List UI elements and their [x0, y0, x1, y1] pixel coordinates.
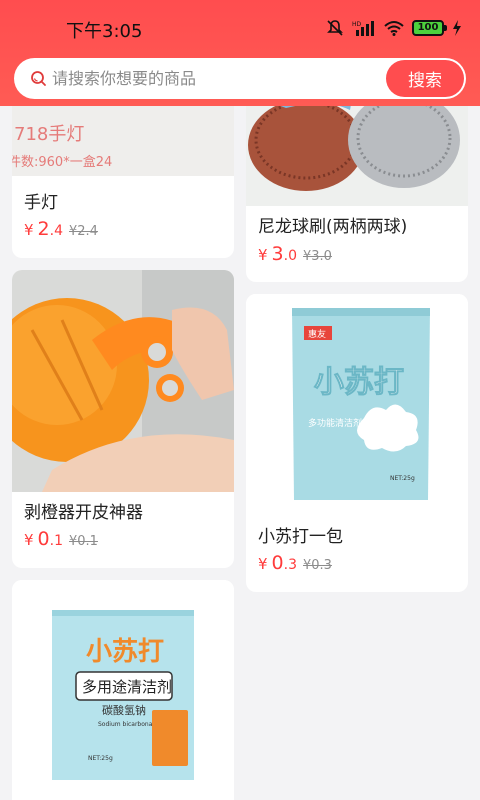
price-decimal: .4	[49, 223, 63, 239]
original-price: ¥2.4	[69, 224, 98, 239]
charging-icon	[453, 20, 461, 36]
status-icons: HD 100	[326, 19, 462, 37]
product-price: ¥ 0 .1 ¥0.1	[24, 528, 98, 550]
status-bar: 下午3:05 HD 100	[0, 0, 480, 56]
price-integer: 2	[37, 218, 50, 240]
price-integer: 0	[37, 528, 50, 550]
search-input[interactable]	[52, 58, 382, 99]
product-title: 手灯	[24, 193, 58, 213]
price-currency: ¥	[24, 221, 34, 239]
price-decimal: .3	[283, 557, 297, 573]
product-card-cleaning-powder[interactable]: 小苏打 多用途清洁剂 碳酸氢钠 Sodium bicarbonate NET:2…	[12, 580, 234, 800]
original-price: ¥0.3	[303, 558, 332, 573]
product-price: ¥ 0 .3 ¥0.3	[258, 552, 332, 574]
package-name: 小苏打	[314, 365, 404, 400]
package-net: NET:25g	[88, 755, 113, 762]
svg-text:HD: HD	[352, 21, 362, 28]
product-image-baking-soda[interactable]: 惠友 小苏打 多功能清洁剂 NET:25g	[246, 294, 468, 516]
status-time: 下午3:05	[66, 21, 143, 42]
price-currency: ¥	[258, 246, 268, 264]
search-icon	[31, 71, 46, 86]
price-decimal: .0	[283, 248, 297, 264]
product-image-orange-peeler[interactable]	[12, 270, 234, 492]
original-price: ¥0.1	[69, 534, 98, 549]
package-english: Sodium bicarbonate	[98, 721, 159, 728]
price-integer: 3	[271, 243, 284, 265]
package-description: 多功能清洁剂	[308, 417, 362, 429]
product-price: ¥ 3 .0 ¥3.0	[258, 243, 332, 265]
wifi-icon	[384, 21, 404, 36]
product-title: 尼龙球刷(两柄两球)	[258, 217, 408, 237]
product-price: ¥ 2 .4 ¥2.4	[24, 218, 98, 240]
price-decimal: .1	[49, 533, 63, 549]
package-net: NET:25g	[390, 475, 415, 482]
search-bar[interactable]: 搜索	[14, 58, 466, 99]
product-title: 剥橙器开皮神器	[24, 503, 143, 523]
product-card-baking-soda[interactable]: 惠友 小苏打 多功能清洁剂 NET:25g 小苏打一包 ¥ 0 .3 ¥0.3	[246, 294, 468, 592]
price-currency: ¥	[24, 531, 34, 549]
battery-icon: 100	[412, 20, 447, 36]
flashlight-image-title: 718手灯	[14, 124, 84, 145]
price-integer: 0	[271, 552, 284, 574]
package-name: 小苏打	[86, 637, 164, 667]
flashlight-image-subtitle: 件数:960*一盒24	[12, 154, 112, 170]
price-currency: ¥	[258, 555, 268, 573]
app-header: 下午3:05 HD 100 请搜索你想要的商品 搜索	[0, 0, 480, 106]
product-image-cleaning-powder[interactable]: 小苏打 多用途清洁剂 碳酸氢钠 Sodium bicarbonate NET:2…	[12, 580, 234, 800]
package-subtitle: 碳酸氢钠	[102, 703, 146, 717]
product-card-orange-peeler[interactable]: 剥橙器开皮神器 ¥ 0 .1 ¥0.1	[12, 270, 234, 568]
original-price: ¥3.0	[303, 249, 332, 264]
signal-icon: HD	[352, 21, 374, 36]
package-badge: 多用途清洁剂	[82, 678, 172, 696]
search-button[interactable]: 搜索	[386, 60, 464, 97]
product-title: 小苏打一包	[258, 527, 343, 547]
package-brand: 惠友	[308, 328, 326, 340]
mute-icon	[327, 20, 343, 36]
